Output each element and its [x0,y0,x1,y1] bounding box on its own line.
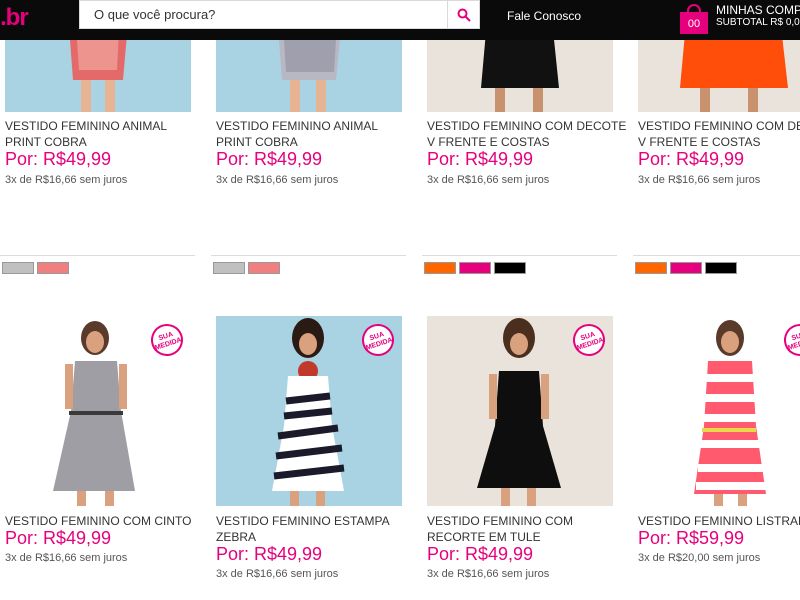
divider [422,255,617,256]
swatch-black[interactable] [494,262,526,274]
divider [0,255,195,256]
cart-title[interactable]: MINHAS COMPRAS [716,3,800,17]
color-swatches [635,262,737,274]
swatch-coral[interactable] [37,262,69,274]
product-price: Por: R$49,99 [216,149,323,169]
product-installments: 3x de R$16,66 sem juros [638,174,761,186]
product-installments: 3x de R$16,66 sem juros [427,174,550,186]
product-price: Por: R$49,99 [638,149,745,169]
swatch-pink[interactable] [670,262,702,274]
product-name[interactable]: VESTIDO FEMININO ANIMAL PRINT COBRA [216,118,416,150]
product-name[interactable]: VESTIDO FEMININO COM DECOTE V FRENTE E C… [638,118,800,150]
product-installments: 3x de R$20,00 sem juros [638,552,761,564]
product-name[interactable]: VESTIDO FEMININO COM CINTO [5,513,205,529]
cart-count: 00 [680,12,708,34]
product-image[interactable]: SUA MEDIDA [5,316,191,506]
swatch-orange[interactable] [635,262,667,274]
product-installments: 3x de R$16,66 sem juros [216,568,339,580]
product-price: Por: R$49,99 [5,528,112,548]
product-name[interactable]: VESTIDO FEMININO COM DECOTE V FRENTE E C… [427,118,627,150]
search-box [79,0,480,29]
color-swatches [2,262,69,274]
product-price: Por: R$49,99 [5,149,112,169]
divider [633,255,800,256]
product-name[interactable]: VESTIDO FEMININO LISTRADO [638,513,800,529]
search-input[interactable] [80,1,448,28]
product-image[interactable]: SUA MEDIDA [427,316,613,506]
swatch-gray[interactable] [213,262,245,274]
product-installments: 3x de R$16,66 sem juros [427,568,550,580]
swatch-gray[interactable] [2,262,34,274]
divider [211,255,406,256]
swatch-pink[interactable] [459,262,491,274]
search-button[interactable] [447,1,479,28]
product-installments: 3x de R$16,66 sem juros [5,174,128,186]
cart-subtotal: SUBTOTAL R$ 0,00 [716,17,800,28]
shopping-bag-icon[interactable]: 00 [680,4,708,34]
product-price: Por: R$59,99 [638,528,745,548]
product-price: Por: R$49,99 [216,544,323,564]
color-swatches [424,262,526,274]
product-image[interactable]: SUA MEDIDA [216,316,402,506]
site-logo[interactable]: .br [0,4,29,32]
product-name[interactable]: VESTIDO FEMININO COM RECORTE EM TULE [427,513,627,545]
product-installments: 3x de R$16,66 sem juros [5,552,128,564]
product-price: Por: R$49,99 [427,149,534,169]
product-image[interactable]: SUA MEDIDA [638,316,800,506]
swatch-orange[interactable] [424,262,456,274]
fale-conosco-link[interactable]: Fale Conosco [507,9,581,23]
product-name[interactable]: VESTIDO FEMININO ESTAMPA ZEBRA [216,513,416,545]
top-bar: .br Fale Conosco 00 MINHAS COMPRAS SUBTO… [0,0,800,40]
swatch-black[interactable] [705,262,737,274]
product-installments: 3x de R$16,66 sem juros [216,174,339,186]
product-name[interactable]: VESTIDO FEMININO ANIMAL PRINT COBRA [5,118,205,150]
search-icon [457,8,471,22]
product-price: Por: R$49,99 [427,544,534,564]
swatch-coral[interactable] [248,262,280,274]
color-swatches [213,262,280,274]
